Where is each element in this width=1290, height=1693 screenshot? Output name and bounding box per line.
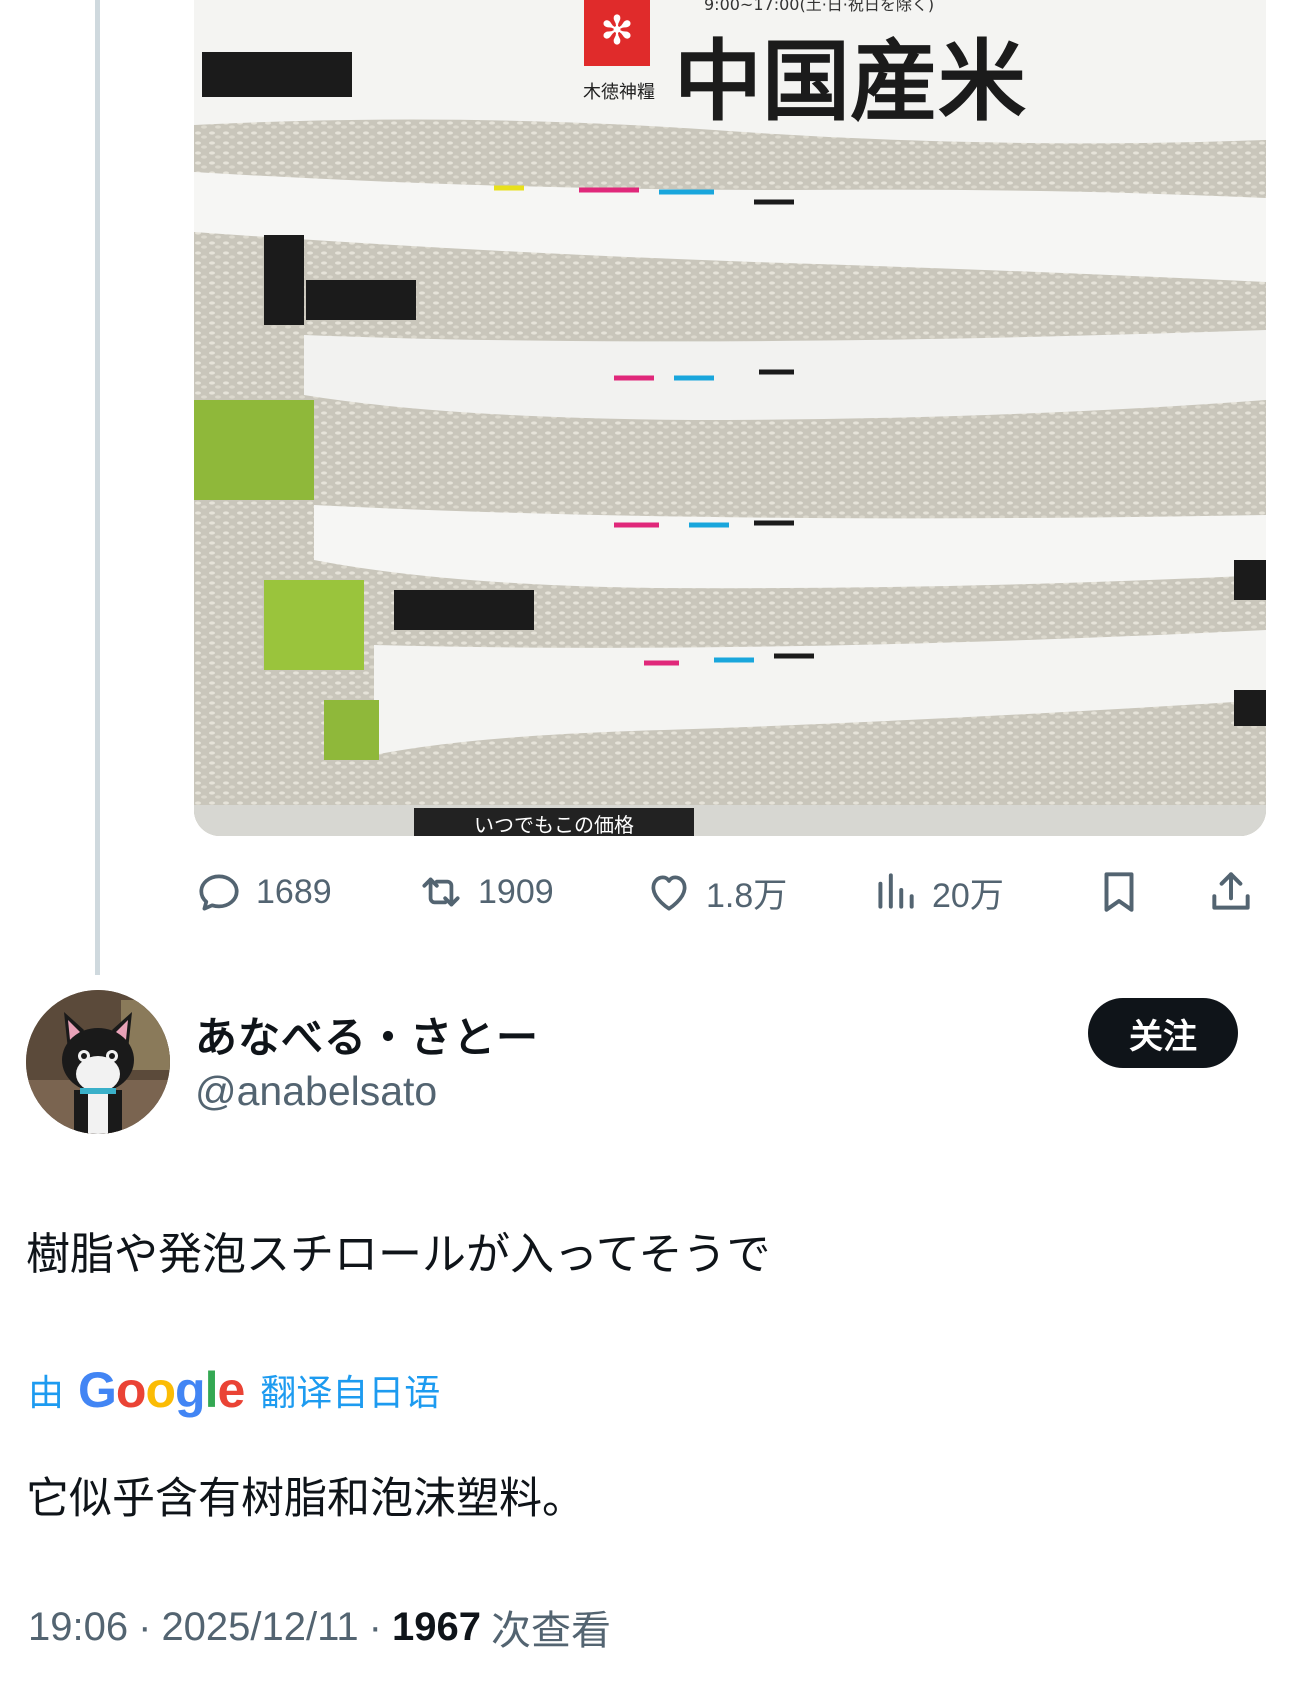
separator-dot: · — [368, 1604, 382, 1649]
like-count: 1.8万 — [706, 876, 788, 915]
tweet-view-count: 1967 — [392, 1604, 481, 1649]
view-count: 20万 — [932, 876, 1004, 915]
retweet-count: 1909 — [478, 872, 554, 911]
cat-avatar-image — [26, 990, 170, 1134]
shelf-label-text: いつでもこの価格 — [474, 813, 634, 836]
retweet-button[interactable]: 1909 — [416, 864, 554, 920]
separator-dot: · — [138, 1604, 152, 1649]
author-display-name[interactable]: あなべる・さとー — [195, 1004, 539, 1065]
google-logo: Google — [78, 1362, 245, 1418]
author-avatar[interactable] — [26, 990, 170, 1134]
reply-count: 1689 — [256, 872, 332, 911]
reply-button[interactable]: 1689 — [194, 864, 332, 920]
retweet-icon — [422, 877, 460, 907]
product-name-text: 中国産米 — [674, 29, 1026, 133]
bookmark-button[interactable] — [1094, 864, 1144, 920]
reply-icon — [199, 874, 239, 911]
tweet-text: 樹脂や発泡スチロールが入ってそうで — [26, 1229, 771, 1280]
thread-connector-line — [95, 0, 100, 975]
analytics-icon — [878, 873, 914, 909]
tweet-time[interactable]: 19:06 — [28, 1605, 128, 1650]
views-label: 次查看 — [490, 1608, 611, 1654]
share-button[interactable] — [1206, 864, 1256, 920]
brand-text: 木徳神糧 — [583, 82, 655, 103]
share-icon — [1212, 872, 1250, 910]
translation-by-label: 由 — [28, 1373, 65, 1414]
rice-bags-image: ✻ 木徳神糧 9:00~17:00(土·日·祝日を除く) 中国産米 いつでもこの… — [194, 0, 1266, 836]
heart-icon — [651, 875, 687, 911]
views-button[interactable]: 20万 — [870, 864, 1004, 920]
tweet-action-bar: 1689 1909 1.8万 20万 — [194, 864, 1266, 920]
tweet-meta: 19:06 · 2025/12/11 · 1967 次查看 — [28, 1598, 611, 1656]
translation-source-label: 翻译自日语 — [260, 1373, 441, 1414]
svg-text:✻: ✻ — [600, 8, 634, 54]
bookmark-icon — [1104, 872, 1134, 912]
author-handle[interactable]: @anabelsato — [195, 1068, 437, 1115]
tweet-photo[interactable]: ✻ 木徳神糧 9:00~17:00(土·日·祝日を除く) 中国産米 いつでもこの… — [194, 0, 1266, 836]
like-button[interactable]: 1.8万 — [644, 864, 787, 920]
hours-text: 9:00~17:00(土·日·祝日を除く) — [704, 0, 934, 14]
translated-text: 它似乎含有树脂和泡沫塑料。 — [26, 1474, 585, 1524]
follow-button[interactable]: 关注 — [1088, 998, 1238, 1068]
translation-attribution[interactable]: 由 Google 翻译自日语 — [28, 1362, 440, 1418]
tweet-date[interactable]: 2025/12/11 — [161, 1605, 358, 1650]
